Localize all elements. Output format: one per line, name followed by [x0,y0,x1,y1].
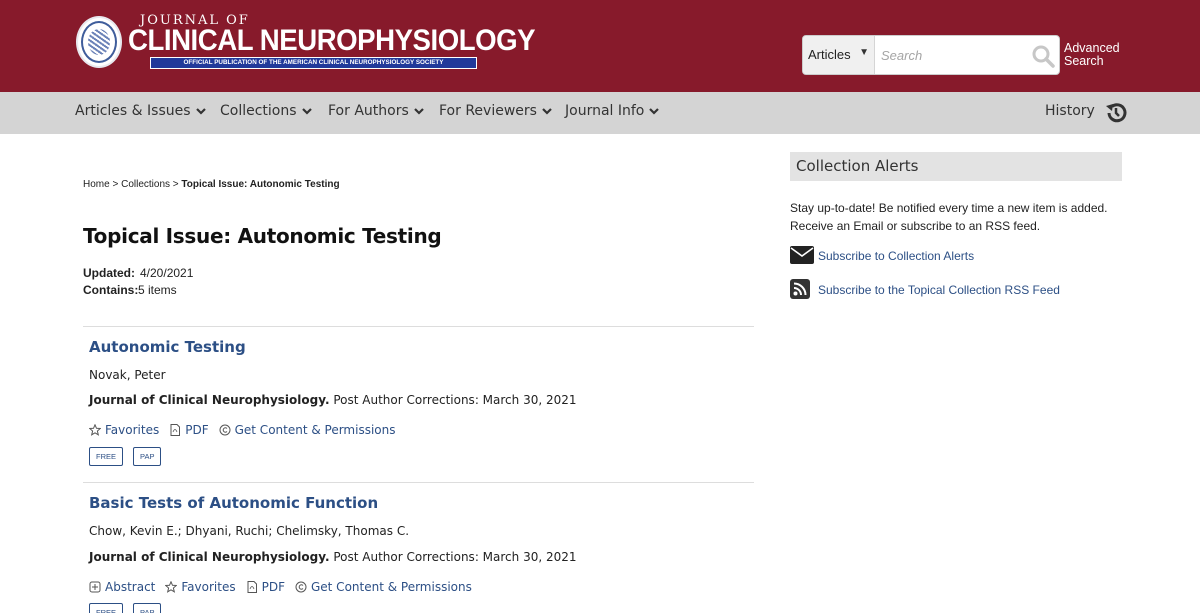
search-input[interactable] [876,37,1026,73]
favorites-label: Favorites [181,580,236,594]
advanced-search-link[interactable]: Advanced Search [1064,42,1134,68]
article-actions: Abstract Favorites PDF Get Content & Per… [89,580,472,594]
contains-label: Contains: [83,283,139,297]
chevron-down-icon [542,108,552,115]
copyright-icon [219,424,231,436]
favorites-button[interactable]: Favorites [165,580,236,594]
nav-articles-issues[interactable]: Articles & Issues [75,103,207,119]
chevron-down-icon [413,108,424,115]
logo-subtitle: OFFICIAL PUBLICATION OF THE AMERICAN CLI… [150,57,477,69]
nav-label: Articles & Issues [75,103,191,119]
history-icon[interactable] [1104,101,1128,125]
article-source: Journal of Clinical Neurophysiology. Pos… [89,393,577,407]
article-divider [83,326,754,327]
contains-row: Contains:5 items [83,283,177,297]
subscribe-alerts-link[interactable]: Subscribe to Collection Alerts [818,249,974,263]
collection-alerts-heading: Collection Alerts [790,152,1122,181]
permissions-label: Get Content & Permissions [234,423,396,437]
pap-badge[interactable]: PAP [133,603,162,613]
rss-icon [790,279,810,299]
updated-value: 4/20/2021 [140,266,194,280]
pdf-icon [170,424,181,436]
star-icon [165,581,178,593]
seal-core [88,29,110,55]
main-nav: Articles & Issues Collections For Author… [0,92,1200,134]
envelope-icon [790,246,814,264]
logo-journal-name[interactable]: CLINICAL NEUROPHYSIOLOGY [128,24,536,58]
nav-journal-info[interactable]: Journal Info [565,103,660,119]
updated-row: Updated: 4/20/2021 [83,266,193,280]
search-icon[interactable] [1031,44,1055,68]
search-box: Articles ▼ [802,35,1060,75]
permissions-label: Get Content & Permissions [310,580,472,594]
favorites-button[interactable]: Favorites [89,423,159,437]
permissions-button[interactable]: Get Content & Permissions [219,423,396,437]
page-title: Topical Issue: Autonomic Testing [83,224,442,248]
nav-collections[interactable]: Collections [220,103,313,119]
article-source: Journal of Clinical Neurophysiology. Pos… [89,550,577,564]
history-link[interactable]: History [1045,103,1095,119]
chevron-down-icon [649,108,660,115]
article-authors: Novak, Peter [89,368,166,382]
permissions-button[interactable]: Get Content & Permissions [295,580,472,594]
collection-alerts-description: Stay up-to-date! Be notified every time … [790,201,1108,233]
search-scope-select[interactable]: Articles ▼ [803,36,875,74]
pap-badge[interactable]: PAP [133,447,162,466]
society-seal-logo[interactable] [76,16,122,68]
contains-value: 5 items [138,283,177,297]
subscribe-rss-link[interactable]: Subscribe to the Topical Collection RSS … [818,283,1060,297]
pdf-label: PDF [261,580,285,594]
favorites-label: Favorites [105,423,160,437]
nav-label: For Reviewers [439,103,537,119]
article-actions: Favorites PDF Get Content & Permissions [89,423,396,437]
pdf-button[interactable]: PDF [246,580,285,594]
breadcrumb-current: Topical Issue: Autonomic Testing [181,179,340,190]
article-badges: FREE PAP [89,447,162,466]
article-badges: FREE PAP [89,603,162,613]
star-icon [89,424,101,436]
abstract-button[interactable]: Abstract [89,580,155,594]
breadcrumb: Home > Collections > Topical Issue: Auto… [83,179,340,190]
chevron-down-icon [195,108,206,115]
breadcrumb-separator: > [172,179,179,190]
breadcrumb-home[interactable]: Home [83,179,110,190]
nav-for-reviewers[interactable]: For Reviewers [439,103,553,119]
article-divider [83,482,754,483]
breadcrumb-collections[interactable]: Collections [121,179,170,190]
site-header: JOURNAL OF CLINICAL NEUROPHYSIOLOGY OFFI… [0,0,1200,92]
copyright-icon [295,581,307,593]
pdf-label: PDF [185,423,209,437]
search-scope-label: Articles [808,47,851,62]
free-badge[interactable]: FREE [89,603,124,613]
pdf-button[interactable]: PDF [169,423,209,437]
journal-name: Journal of Clinical Neurophysiology. [89,393,330,407]
nav-label: Collections [220,103,297,119]
article-title-link[interactable]: Basic Tests of Autonomic Function [89,494,378,512]
nav-label: Journal Info [565,103,645,119]
free-badge[interactable]: FREE [89,447,124,466]
article-status: Post Author Corrections: March 30, 2021 [333,393,577,407]
pdf-icon [247,581,257,593]
article-title-link[interactable]: Autonomic Testing [89,338,246,356]
breadcrumb-separator: > [112,179,119,190]
caret-down-icon: ▼ [859,47,869,58]
journal-name: Journal of Clinical Neurophysiology. [89,550,330,564]
abstract-label: Abstract [105,580,156,594]
updated-label: Updated: [83,266,135,280]
article-status: Post Author Corrections: March 30, 2021 [333,550,577,564]
plus-box-icon [89,581,101,593]
chevron-down-icon [301,108,312,115]
nav-for-authors[interactable]: For Authors [328,103,425,119]
nav-label: For Authors [328,103,409,119]
article-authors: Chow, Kevin E.; Dhyani, Ruchi; Chelimsky… [89,524,410,538]
